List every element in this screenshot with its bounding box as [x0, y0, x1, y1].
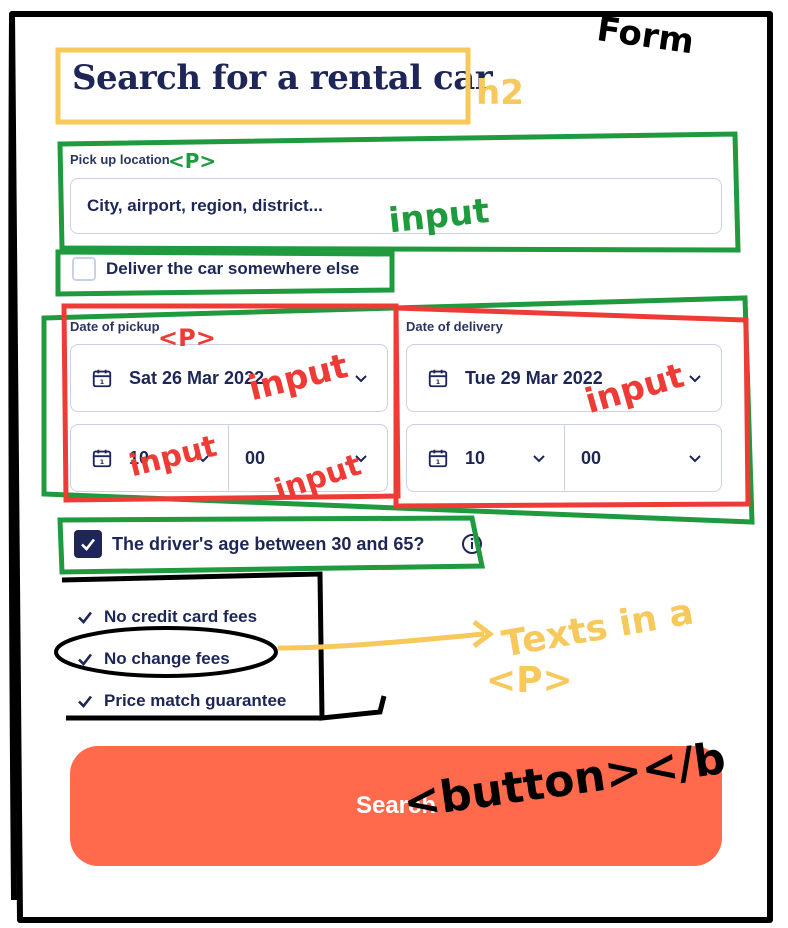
- check-icon: [78, 611, 93, 624]
- pickup-minute-value: 00: [245, 447, 266, 468]
- pickup-location-label: Pick up location: [70, 152, 170, 167]
- delivery-hour-select[interactable]: 1 10: [406, 424, 566, 492]
- delivery-minute-select[interactable]: 00: [564, 424, 722, 492]
- pickup-hour-value: 10: [129, 447, 150, 468]
- date-pickup-label: Date of pickup: [70, 319, 160, 334]
- pickup-minute-select[interactable]: 00: [228, 424, 388, 492]
- check-icon: [78, 695, 93, 708]
- info-icon[interactable]: [461, 533, 483, 555]
- delivery-minute-value: 00: [581, 447, 602, 468]
- feature-item: No credit card fees: [76, 596, 286, 638]
- checkmark-icon: [81, 538, 96, 551]
- svg-text:1: 1: [436, 458, 441, 466]
- svg-text:1: 1: [100, 378, 105, 386]
- date-pickup-value: Sat 26 Mar 2022: [129, 367, 265, 388]
- calendar-icon: 1: [92, 449, 112, 468]
- annotation-arrowhead: [472, 620, 495, 648]
- date-delivery-label: Date of delivery: [406, 319, 503, 334]
- calendar-icon: 1: [428, 369, 448, 388]
- chevron-down-icon: [533, 455, 545, 463]
- annotation-p-pickup: <P>: [168, 149, 216, 173]
- search-button[interactable]: Search: [70, 746, 722, 866]
- chevron-down-icon: [355, 455, 367, 463]
- annotation-texts-p: <P>: [486, 660, 573, 701]
- delivery-hour-value: 10: [465, 447, 486, 468]
- deliver-elsewhere-checkbox[interactable]: [72, 257, 96, 281]
- chevron-down-icon: [689, 375, 701, 383]
- feature-list: No credit card fees No change fees Price…: [76, 596, 286, 722]
- deliver-elsewhere-label: Deliver the car somewhere else: [106, 259, 360, 278]
- pickup-location-input[interactable]: City, airport, region, district...: [70, 178, 722, 234]
- feature-text: Price match guarantee: [104, 691, 287, 710]
- svg-text:1: 1: [100, 458, 105, 466]
- date-delivery-select[interactable]: 1 Tue 29 Mar 2022: [406, 344, 722, 412]
- check-icon: [78, 653, 93, 666]
- form-outline-stroke: [8, 13, 17, 901]
- annotation-arrow: [277, 631, 485, 651]
- annotation-form: Form: [594, 9, 696, 62]
- driver-age-label: The driver's age between 30 and 65?: [112, 534, 425, 554]
- pickup-hour-select[interactable]: 1 10: [70, 424, 230, 492]
- date-delivery-value: Tue 29 Mar 2022: [465, 367, 603, 388]
- calendar-icon: 1: [92, 369, 112, 388]
- pickup-location-placeholder: City, airport, region, district...: [87, 196, 323, 215]
- annotation-texts-in-a: Texts in a: [499, 591, 697, 665]
- date-pickup-select[interactable]: 1 Sat 26 Mar 2022: [70, 344, 388, 412]
- feature-text: No change fees: [104, 649, 230, 668]
- driver-age-checkbox[interactable]: [74, 530, 102, 558]
- feature-text: No credit card fees: [104, 607, 258, 626]
- form-title: Search for a rental car: [72, 58, 493, 98]
- feature-item: Price match guarantee: [76, 680, 286, 722]
- calendar-icon: 1: [428, 449, 448, 468]
- svg-text:1: 1: [436, 378, 441, 386]
- chevron-down-icon: [197, 455, 209, 463]
- feature-item: No change fees: [76, 638, 286, 680]
- chevron-down-icon: [355, 375, 367, 383]
- chevron-down-icon: [689, 455, 701, 463]
